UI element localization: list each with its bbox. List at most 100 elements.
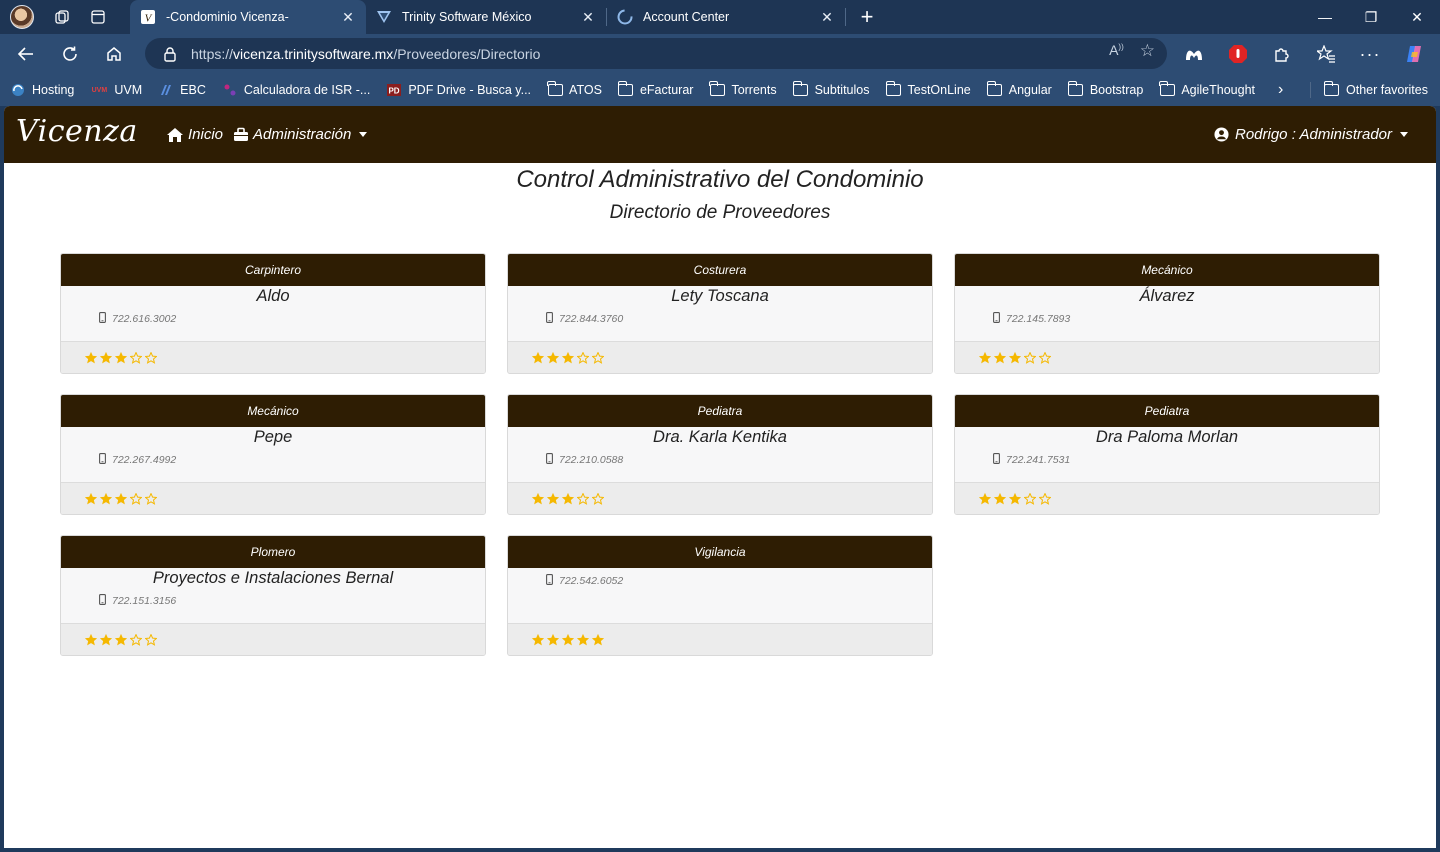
new-tab-button[interactable]: + <box>852 2 882 32</box>
close-tab-icon[interactable]: ✕ <box>340 9 356 25</box>
provider-card[interactable]: Pediatra Dra Paloma Morlan 722.241.7531 <box>954 394 1380 515</box>
provider-card-body: Dra. Karla Kentika 722.210.0588 <box>508 427 932 483</box>
bookmark-atos[interactable]: ATOS <box>547 81 602 97</box>
pdf-icon: PD <box>386 83 402 97</box>
close-tab-icon[interactable]: ✕ <box>580 9 596 25</box>
provider-rating <box>508 623 932 655</box>
provider-name: Lety Toscana <box>671 287 769 305</box>
tab-trinity-software[interactable]: Trinity Software México ✕ <box>366 0 606 34</box>
brand-logo[interactable]: Vicenza <box>16 114 138 149</box>
url-field[interactable]: https://vicenza.trinitysoftware.mx/Prove… <box>145 38 1167 69</box>
tab-account-center[interactable]: Account Center ✕ <box>607 0 845 34</box>
star-filled-icon <box>100 633 112 645</box>
star-filled-icon <box>100 351 112 363</box>
bookmark-subtitulos[interactable]: Subtitulos <box>792 81 870 97</box>
more-options-icon[interactable]: ··· <box>1356 40 1384 68</box>
bookmark-ebc[interactable]: EBC <box>158 83 206 97</box>
provider-card[interactable]: Carpintero Aldo 722.616.3002 <box>60 253 486 374</box>
extensions-icon[interactable] <box>1268 40 1296 68</box>
account-center-favicon <box>617 9 633 25</box>
nav-label: Inicio <box>188 126 224 143</box>
provider-card[interactable]: Mecánico Álvarez 722.145.7893 <box>954 253 1380 374</box>
provider-card[interactable]: Plomero Proyectos e Instalaciones Bernal 7… <box>60 535 486 656</box>
rating-stars <box>532 351 604 364</box>
provider-phone[interactable]: 722.616.3002 <box>99 312 176 326</box>
star-empty-icon <box>592 492 604 505</box>
star-filled-icon <box>979 492 991 504</box>
provider-phone-number: 722.542.6052 <box>559 575 624 587</box>
star-filled-icon <box>100 492 112 504</box>
bookmark-uvm[interactable]: UVM UVM <box>90 83 143 97</box>
restore-icon[interactable]: ❐ <box>1348 0 1394 34</box>
provider-rating <box>61 482 485 514</box>
bookmark-efacturar[interactable]: eFacturar <box>617 81 694 97</box>
favorites-icon[interactable] <box>1312 40 1340 68</box>
malwarebytes-icon[interactable] <box>1180 40 1208 68</box>
provider-phone[interactable]: 722.145.7893 <box>993 312 1070 326</box>
bookmarks-bar: Hosting UVM UVM EBC Calculadora de ISR -… <box>0 74 1440 106</box>
provider-phone[interactable]: 722.844.3760 <box>546 312 623 326</box>
provider-category: Vigilancia <box>508 536 932 568</box>
bookmark-label: Bootstrap <box>1089 83 1144 97</box>
provider-phone[interactable]: 722.267.4992 <box>99 453 176 467</box>
bookmark-agilethought[interactable]: AgileThought <box>1159 81 1255 97</box>
favorite-star-icon[interactable]: ☆ <box>1140 42 1155 59</box>
nav-administracion[interactable]: Administración <box>233 106 368 163</box>
close-tab-icon[interactable]: ✕ <box>819 9 835 25</box>
rating-stars <box>85 633 157 646</box>
bookmark-calculadora[interactable]: Calculadora de ISR -... <box>222 83 370 97</box>
provider-card[interactable]: Mecánico Pepe 722.267.4992 <box>60 394 486 515</box>
provider-rating <box>61 623 485 655</box>
provider-card-body: Aldo 722.616.3002 <box>61 286 485 342</box>
bookmark-testonline[interactable]: TestOnLine <box>885 81 971 97</box>
minimize-icon[interactable]: — <box>1302 0 1348 34</box>
workspaces-icon[interactable] <box>48 3 76 31</box>
nav-inicio[interactable]: Inicio <box>166 106 223 163</box>
star-empty-icon <box>592 351 604 364</box>
provider-phone[interactable]: 722.210.0588 <box>546 453 623 467</box>
chevron-right-icon[interactable]: › <box>1278 74 1283 106</box>
close-window-icon[interactable]: ✕ <box>1394 0 1440 34</box>
bookmark-hosting[interactable]: Hosting <box>10 83 74 97</box>
mobile-phone-icon <box>546 574 553 588</box>
back-icon[interactable] <box>8 38 44 70</box>
provider-card[interactable]: Costurera Lety Toscana 722.844.3760 <box>507 253 933 374</box>
ebc-icon <box>158 83 174 97</box>
copilot-icon[interactable] <box>1400 40 1428 68</box>
star-empty-icon <box>130 492 142 505</box>
star-filled-icon <box>562 633 574 645</box>
bookmark-other-favorites[interactable]: Other favorites <box>1323 74 1428 106</box>
bookmark-label: Subtitulos <box>814 83 870 97</box>
mobile-phone-icon <box>993 453 1000 467</box>
bookmark-bootstrap[interactable]: Bootstrap <box>1067 81 1144 97</box>
read-aloud-icon[interactable]: A)) <box>1109 42 1124 59</box>
tab-condominio-vicenza[interactable]: V -Condominio Vicenza- ✕ <box>130 0 366 34</box>
profile-avatar[interactable] <box>10 5 34 29</box>
provider-card[interactable]: Vigilancia 722.542.6052 <box>507 535 933 656</box>
star-filled-icon <box>115 351 127 363</box>
vertical-tabs-icon[interactable] <box>84 3 112 31</box>
home-icon <box>167 127 183 142</box>
lock-icon[interactable] <box>163 46 177 62</box>
star-filled-icon <box>994 351 1006 363</box>
provider-card[interactable]: Pediatra Dra. Karla Kentika 722.210.0588 <box>507 394 933 515</box>
bookmark-label: eFacturar <box>639 83 694 97</box>
rating-stars <box>979 351 1051 364</box>
refresh-icon[interactable] <box>52 38 88 70</box>
adblock-icon[interactable] <box>1224 40 1252 68</box>
bookmark-angular[interactable]: Angular <box>986 81 1052 97</box>
provider-card-body: Proyectos e Instalaciones Bernal 722.151.… <box>61 568 485 624</box>
provider-category: Carpintero <box>61 254 485 286</box>
provider-phone[interactable]: 722.241.7531 <box>993 453 1070 467</box>
provider-phone[interactable]: 722.151.3156 <box>99 594 176 608</box>
bookmark-torrents[interactable]: Torrents <box>709 81 777 97</box>
home-icon[interactable] <box>96 38 132 70</box>
folder-icon <box>547 81 563 97</box>
provider-phone[interactable]: 722.542.6052 <box>546 574 623 588</box>
rating-stars <box>979 492 1051 505</box>
bookmark-label: Calculadora de ISR -... <box>243 83 371 97</box>
provider-phone-number: 722.241.7531 <box>1006 454 1071 466</box>
nav-user-menu[interactable]: Rodrigo : Administrador <box>1214 106 1409 163</box>
bookmark-pdf-drive[interactable]: PD PDF Drive - Busca y... <box>386 83 531 97</box>
user-circle-icon <box>1214 127 1229 142</box>
